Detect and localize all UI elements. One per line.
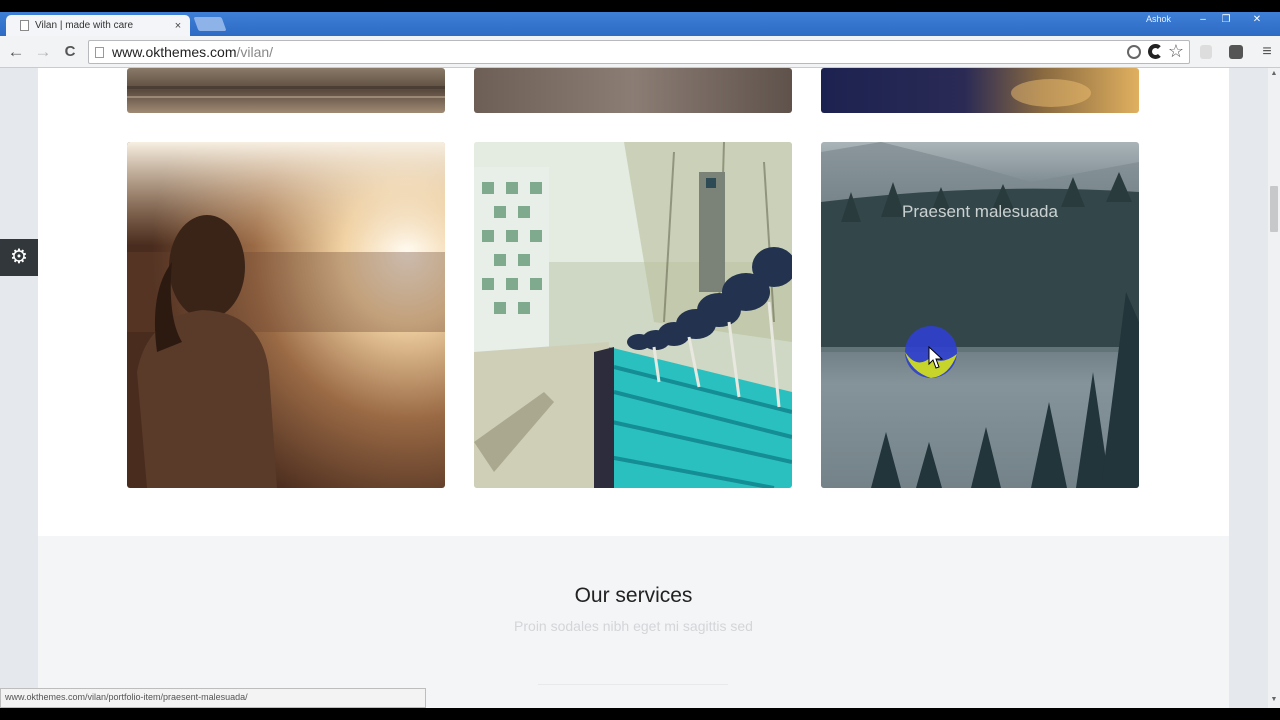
status-bar-url: www.okthemes.com/vilan/portfolio-item/pr… bbox=[0, 688, 426, 708]
pocket-extension-icon[interactable] bbox=[1229, 45, 1243, 59]
url-path: /vilan/ bbox=[236, 44, 274, 60]
screen-bottom-border bbox=[0, 708, 1280, 720]
restore-button[interactable]: ❐ bbox=[1215, 13, 1237, 27]
sunset-image bbox=[821, 68, 1139, 113]
divider bbox=[538, 684, 728, 685]
chrome-menu-icon[interactable]: ≡ bbox=[1256, 41, 1278, 63]
section-subtitle: Proin sodales nibh eget mi sagittis sed bbox=[514, 618, 753, 634]
back-icon[interactable]: ← bbox=[5, 41, 27, 63]
page-icon bbox=[20, 20, 29, 31]
tab-title: Vilan | made with care bbox=[35, 20, 134, 31]
address-bar[interactable]: www.okthemes.com/vilan/ bbox=[88, 40, 1190, 64]
browser-toolbar: ← → C www.okthemes.com/vilan/ ☆ ≡ bbox=[0, 36, 1280, 68]
extension-circle-icon[interactable] bbox=[1148, 44, 1163, 59]
tab-strip: Vilan | made with care × bbox=[0, 12, 1280, 36]
profile-name[interactable]: Ashok bbox=[1146, 14, 1171, 24]
portfolio-thumb[interactable] bbox=[474, 142, 792, 488]
woman-sunset-image bbox=[127, 142, 445, 488]
page-scrollbar[interactable]: ▲ ▼ bbox=[1268, 68, 1280, 720]
lake-forest-image: Praesent malesuada bbox=[821, 142, 1139, 488]
tab-close-icon[interactable]: × bbox=[172, 20, 184, 32]
bookmark-star-icon[interactable]: ☆ bbox=[1165, 40, 1187, 62]
scroll-up-arrow-icon[interactable]: ▲ bbox=[1268, 68, 1280, 80]
url-host: www.okthemes.com bbox=[112, 44, 237, 60]
section-title: Our services bbox=[574, 584, 693, 607]
portfolio-thumb[interactable] bbox=[127, 142, 445, 488]
portfolio-thumb[interactable] bbox=[821, 68, 1139, 113]
minimize-button[interactable]: – bbox=[1192, 13, 1214, 27]
seascape-image bbox=[127, 68, 445, 113]
scroll-down-arrow-icon[interactable]: ▼ bbox=[1268, 694, 1280, 706]
screen-top-border bbox=[0, 0, 1280, 12]
page-content: Praesent malesuada Our services Proin so… bbox=[38, 68, 1229, 720]
scrollbar-thumb[interactable] bbox=[1270, 186, 1278, 232]
browser-tab[interactable]: Vilan | made with care × bbox=[6, 15, 190, 36]
forward-icon[interactable]: → bbox=[32, 41, 54, 63]
wall-image bbox=[474, 68, 792, 113]
settings-gear-icon[interactable]: ⚙ bbox=[0, 239, 38, 276]
reload-icon[interactable]: C bbox=[59, 41, 81, 63]
portfolio-thumb[interactable] bbox=[474, 68, 792, 113]
shield-extension-icon[interactable] bbox=[1200, 45, 1212, 59]
extension-ring-icon[interactable] bbox=[1127, 45, 1141, 59]
portfolio-thumb-hovered[interactable]: Praesent malesuada bbox=[821, 142, 1139, 488]
portfolio-thumb[interactable] bbox=[127, 68, 445, 113]
new-tab-button[interactable] bbox=[193, 17, 227, 31]
close-window-button[interactable]: ✕ bbox=[1246, 13, 1268, 27]
bikes-street-image bbox=[474, 142, 792, 488]
page-viewport: Praesent malesuada Our services Proin so… bbox=[0, 68, 1268, 720]
portfolio-caption: Praesent malesuada bbox=[902, 202, 1058, 221]
page-icon bbox=[95, 46, 104, 58]
